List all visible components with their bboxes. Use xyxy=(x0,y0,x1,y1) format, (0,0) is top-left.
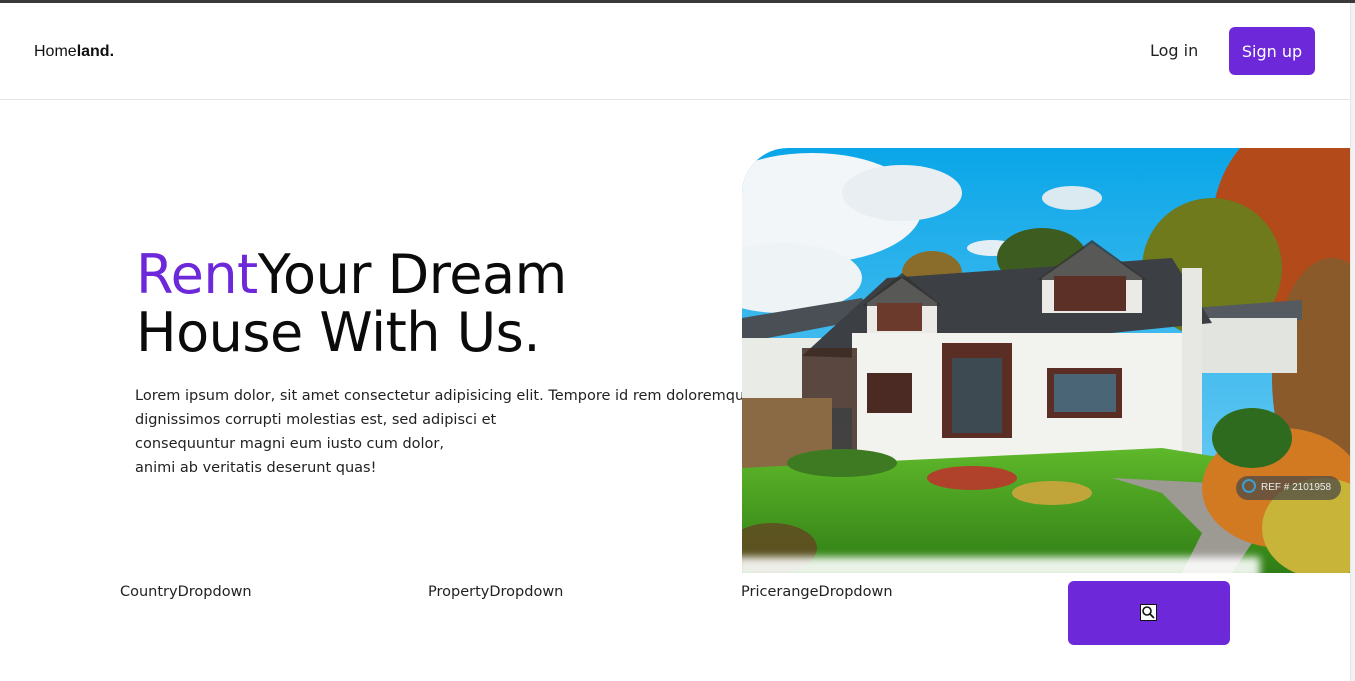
hero-description-line: dignissimos corrupti molestias est, sed … xyxy=(135,412,497,428)
logo-bold: land. xyxy=(76,43,115,60)
logo-light: Home xyxy=(34,43,77,60)
hero-description-line: animi ab veritatis deserunt quas! xyxy=(135,460,377,476)
hero-title-line1: Your Dream xyxy=(257,243,567,306)
country-dropdown[interactable]: CountryDropdown xyxy=(120,584,252,600)
hero-title-line2: House With Us. xyxy=(136,301,541,364)
property-dropdown[interactable]: PropertyDropdown xyxy=(428,584,563,600)
signup-button[interactable]: Sign up xyxy=(1229,27,1315,75)
hero-description-line: consequuntur magni eum iusto cum dolor, xyxy=(135,436,444,452)
scrollbar[interactable] xyxy=(1350,3,1355,681)
logo[interactable]: Homeland. xyxy=(34,43,114,61)
search-icon xyxy=(1140,604,1157,621)
reference-badge: REF # 2101958 xyxy=(1236,476,1342,500)
house-illustration xyxy=(742,148,1350,573)
search-bar-background xyxy=(736,557,1260,579)
home-icon xyxy=(1242,479,1256,494)
hero-title: RentYour Dream House With Us. xyxy=(136,246,567,362)
hero-description: Lorem ipsum dolor, sit amet consectetur … xyxy=(135,384,754,480)
pricerange-dropdown[interactable]: PricerangeDropdown xyxy=(741,584,893,600)
reference-text: REF # 2101958 xyxy=(1261,482,1332,493)
hero-title-accent: Rent xyxy=(136,243,258,306)
navbar: Homeland. Log in Sign up xyxy=(0,3,1350,100)
search-button[interactable] xyxy=(1068,581,1230,645)
hero-house-image: REF # 2101958 xyxy=(742,148,1350,573)
login-link[interactable]: Log in xyxy=(1150,41,1198,60)
hero-description-line: Lorem ipsum dolor, sit amet consectetur … xyxy=(135,388,754,404)
